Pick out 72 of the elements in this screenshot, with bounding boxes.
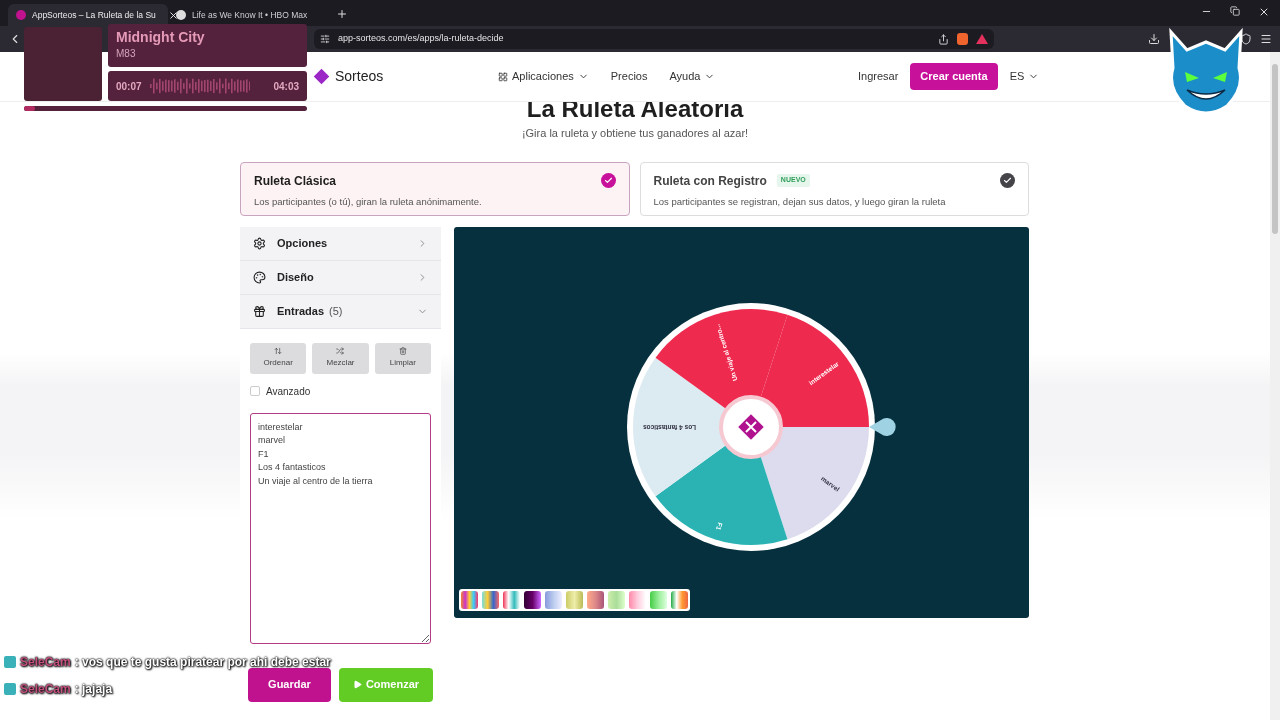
palette-swatch[interactable] — [629, 590, 646, 609]
nav-link[interactable]: Precios — [610, 68, 648, 85]
mode-title: Ruleta con Registro — [653, 172, 767, 190]
wheel-hub — [718, 395, 783, 459]
tool-button[interactable]: Limpiar — [374, 342, 431, 374]
restore-icon[interactable] — [1230, 6, 1240, 16]
entries-field[interactable]: interestelar marvel F1 Los 4 fantasticos Un viaje al centro de la tierra — [250, 412, 431, 644]
check-icon — [600, 172, 616, 188]
track-title: Midnight City — [116, 29, 206, 46]
wheel-pointer — [868, 418, 896, 436]
tool-icon — [398, 347, 407, 355]
site-settings-icon[interactable] — [320, 34, 330, 44]
mode-card[interactable]: Ruleta Clásica Los participantes (o tú), giran la ruleta anónimamente. — [240, 161, 630, 216]
palette-swatch[interactable] — [545, 590, 562, 609]
advanced-checkbox[interactable] — [250, 386, 260, 396]
new-tab-icon[interactable] — [336, 8, 348, 20]
chat-badge-icon — [4, 683, 16, 695]
palette-swatch[interactable] — [608, 590, 625, 609]
nav-link[interactable]: Aplicaciones — [498, 68, 589, 85]
browser-tab[interactable]: Life as We Know It • HBO Max — [168, 4, 328, 26]
mode-description: Los participantes se registran, dejan sus datos, y luego giran la ruleta — [653, 194, 947, 209]
page-subtitle: ¡Gira la ruleta y obtiene tus ganadores al azar! — [521, 126, 749, 141]
close-icon[interactable] — [167, 9, 179, 21]
palette-swatch[interactable] — [482, 590, 499, 609]
apps-grid-icon — [498, 71, 508, 82]
checkbox-label: Avanzado — [266, 384, 311, 399]
signup-button[interactable]: Crear cuenta — [910, 63, 998, 90]
address-bar[interactable]: app-sorteos.com/es/apps/la-ruleta-decide — [314, 29, 994, 49]
tool-button[interactable]: Mezclar — [312, 342, 369, 374]
section-icon — [253, 270, 266, 284]
palette-swatch[interactable] — [650, 590, 667, 609]
check-icon — [1000, 172, 1015, 188]
total-time: 04:03 — [273, 79, 299, 94]
accordion-header[interactable]: Opciones — [240, 226, 441, 261]
tab-favicon-icon — [16, 10, 26, 20]
close-icon[interactable] — [1258, 6, 1270, 18]
entry-count: (5) — [329, 303, 343, 319]
palette-swatch[interactable] — [587, 590, 604, 609]
palette-swatch[interactable] — [524, 590, 541, 609]
save-button[interactable]: Guardar — [248, 667, 331, 702]
share-icon[interactable] — [938, 33, 949, 45]
palette-swatch[interactable] — [503, 590, 520, 609]
palette-swatch[interactable] — [671, 590, 688, 609]
url-text: app-sorteos.com/es/apps/la-ruleta-decide — [338, 32, 504, 46]
mode-description: Los participantes (o tú), giran la ruleta anónimamente. — [254, 194, 483, 209]
language-selector[interactable]: ES — [1009, 68, 1040, 85]
menu-icon[interactable] — [1260, 33, 1272, 45]
shield-icon[interactable] — [1240, 33, 1252, 45]
mode-title: Ruleta Clásica — [254, 172, 337, 190]
accordion-header[interactable]: Entradas (5) — [240, 294, 441, 329]
tool-icon — [336, 347, 345, 355]
tab-favicon-icon — [176, 10, 186, 20]
tool-button[interactable]: Ordenar — [250, 342, 307, 374]
nav-link[interactable]: Ayuda — [669, 68, 716, 85]
play-icon — [352, 680, 362, 689]
download-icon[interactable] — [1148, 33, 1160, 45]
tab-title: Life as We Know It • HBO Max — [192, 8, 308, 22]
palette-swatch[interactable] — [461, 590, 478, 609]
palette-swatch[interactable] — [566, 590, 583, 609]
section-icon — [253, 236, 266, 250]
chat-message: : jajaja — [74, 681, 113, 698]
chat-username: SeleCam — [20, 654, 71, 671]
logo-text[interactable]: Sorteos — [335, 66, 384, 87]
login-link[interactable]: Ingresar — [858, 68, 899, 85]
elapsed-time: 00:07 — [116, 79, 142, 94]
tab-title: AppSorteos – La Ruleta de la Su — [32, 8, 156, 22]
section-icon — [253, 304, 266, 318]
accordion-header[interactable]: Diseño — [240, 260, 441, 295]
chat-badge-icon — [4, 656, 16, 668]
tool-icon — [274, 347, 283, 355]
chat-username: SeleCam — [20, 681, 71, 698]
track-artist: M83 — [116, 47, 137, 61]
